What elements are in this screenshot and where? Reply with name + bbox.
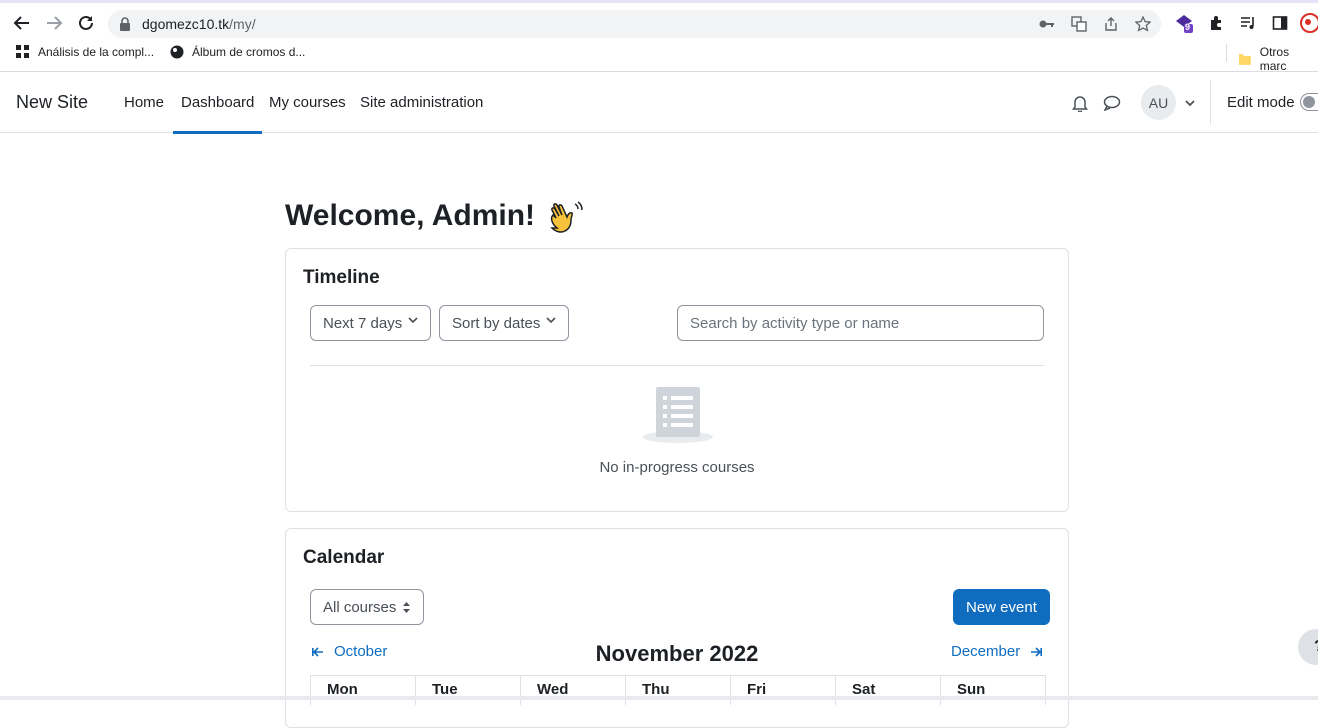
timeline-title: Timeline (303, 267, 380, 288)
forward-button[interactable] (43, 12, 65, 34)
bookmark-label: Álbum de cromos d... (192, 45, 306, 59)
help-button[interactable]: ? (1298, 629, 1318, 665)
extension-badge-count: 9 (1185, 22, 1191, 32)
course-filter-select[interactable]: All courses (310, 589, 424, 625)
waving-hand-icon (547, 198, 583, 234)
browser-toolbar: dgomezc10.tk/my/ 9 (0, 3, 1318, 39)
timeline-divider (310, 365, 1044, 366)
nav-link-home[interactable]: Home (124, 94, 164, 111)
reload-button[interactable] (75, 12, 97, 34)
weekday-header: Fri (730, 676, 835, 705)
next-month-link[interactable]: December (951, 643, 1043, 660)
bookmarks-divider (1226, 44, 1227, 62)
page-title: Welcome, Admin! (285, 198, 583, 234)
chevron-down-icon (546, 317, 556, 324)
timeline-card: Timeline Next 7 days Sort by dates Searc… (285, 248, 1069, 512)
prev-month-label: October (334, 643, 388, 660)
next-month-label: December (951, 643, 1021, 660)
reload-icon (79, 15, 93, 30)
grid-icon (16, 45, 29, 58)
weekday-header: Sun (940, 676, 1046, 705)
welcome-text: Welcome, Admin! (285, 199, 536, 232)
avatar[interactable]: AU (1141, 85, 1176, 120)
star-icon[interactable] (1134, 15, 1152, 33)
bookmark-label: Análisis de la compl... (38, 45, 155, 59)
timeline-filter-label: Next 7 days (323, 314, 403, 332)
nav-link-dashboard[interactable]: Dashboard (172, 94, 263, 134)
weekday-header: Thu (625, 676, 730, 705)
calendar-weekday-header: Mon Tue Wed Thu Fri Sat Sun (310, 675, 1046, 705)
timeline-empty-message: No in-progress courses (599, 459, 755, 476)
nav-link-my-courses[interactable]: My courses (269, 94, 346, 111)
site-brand[interactable]: New Site (16, 92, 88, 113)
weekday-header: Mon (310, 676, 415, 705)
back-button[interactable] (11, 12, 33, 34)
window-bottom-bar (0, 696, 1318, 700)
translate-icon[interactable] (1070, 15, 1088, 33)
navbar-divider (1210, 80, 1211, 125)
profile-icon[interactable] (1300, 13, 1318, 33)
message-icon[interactable] (1102, 93, 1122, 113)
nav-link-site-administration[interactable]: Site administration (360, 94, 483, 111)
arrow-right-icon (47, 16, 63, 30)
bookmark-item[interactable]: Análisis de la compl... (16, 45, 154, 59)
key-icon[interactable] (1038, 15, 1056, 33)
bell-icon[interactable] (1070, 93, 1090, 113)
timeline-filter-dropdown[interactable]: Next 7 days (310, 305, 431, 341)
extension-badge-icon[interactable]: 9 (1174, 13, 1194, 33)
edit-mode-label: Edit mode (1227, 94, 1295, 111)
search-placeholder: Search by activity type or name (690, 314, 900, 332)
arrow-left-icon (13, 16, 29, 30)
weekday-header: Tue (415, 676, 520, 705)
new-event-button[interactable]: New event (953, 589, 1050, 625)
calendar-title: Calendar (303, 547, 385, 568)
weekday-header: Wed (520, 676, 625, 705)
chevron-down-icon[interactable] (1180, 93, 1200, 113)
share-icon[interactable] (1102, 15, 1120, 33)
media-control-icon[interactable] (1238, 13, 1258, 33)
timeline-sort-dropdown[interactable]: Sort by dates (439, 305, 569, 341)
folder-icon (1238, 54, 1251, 65)
bookmark-item[interactable]: Álbum de cromos d... (170, 45, 305, 59)
timeline-search-input[interactable]: Search by activity type or name (677, 305, 1044, 341)
edit-mode-toggle[interactable] (1300, 93, 1318, 111)
course-filter-label: All courses (323, 598, 397, 616)
arrow-left-icon (312, 646, 323, 657)
timeline-sort-label: Sort by dates (452, 314, 541, 332)
up-down-arrows-icon (403, 602, 410, 613)
site-navbar: New Site Home Dashboard My courses Site … (0, 72, 1318, 134)
address-bar[interactable]: dgomezc10.tk/my/ (108, 10, 1161, 38)
globe-icon (170, 45, 184, 59)
arrow-right-icon (1031, 646, 1043, 657)
puzzle-icon[interactable] (1206, 13, 1226, 33)
other-bookmarks[interactable]: Otros marc (1238, 45, 1318, 73)
weekday-header: Sat (835, 676, 940, 705)
prev-month-link[interactable]: October (312, 643, 387, 660)
other-bookmarks-label: Otros marc (1259, 45, 1290, 73)
bookmarks-bar: Análisis de la compl... Álbum de cromos … (0, 39, 1318, 73)
lock-icon[interactable] (116, 15, 134, 33)
url-text: dgomezc10.tk/my/ (142, 16, 256, 32)
side-panel-icon[interactable] (1270, 13, 1290, 33)
chevron-down-icon (408, 317, 418, 324)
empty-list-icon (642, 383, 714, 450)
